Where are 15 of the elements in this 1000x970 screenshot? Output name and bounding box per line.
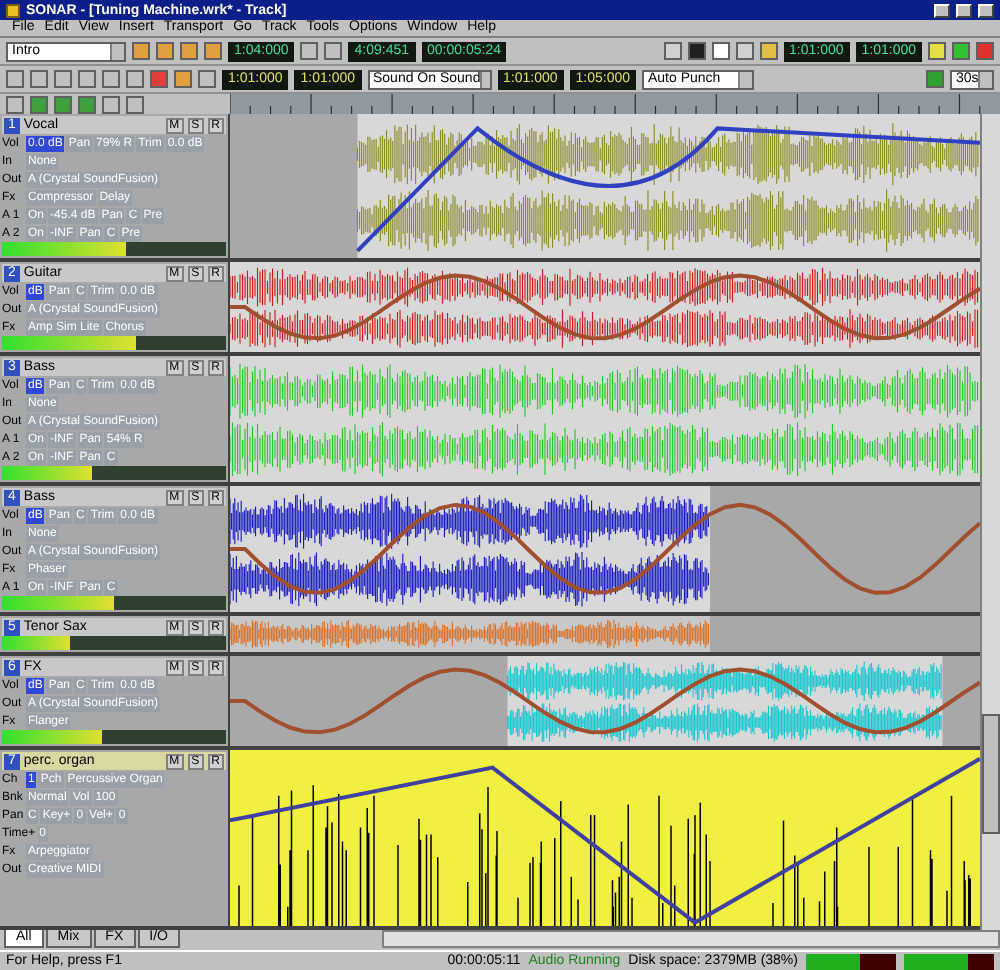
horizontal-scrollbar[interactable] [381,930,1000,948]
play-button[interactable] [711,42,729,60]
minimize-button[interactable] [934,3,950,17]
time-ruler[interactable] [230,94,1000,114]
envelope-line[interactable] [230,502,980,595]
fast-forward-button[interactable] [735,42,753,60]
cpu-meter [806,953,896,969]
stop-button[interactable] [687,42,705,60]
app-icon [6,3,20,17]
rewind-button[interactable] [663,42,681,60]
close-button[interactable] [978,3,994,17]
record-button[interactable] [759,42,777,60]
vertical-scrollbar[interactable] [980,114,1000,930]
maximize-button[interactable] [956,3,972,17]
disk-meter [904,953,994,969]
